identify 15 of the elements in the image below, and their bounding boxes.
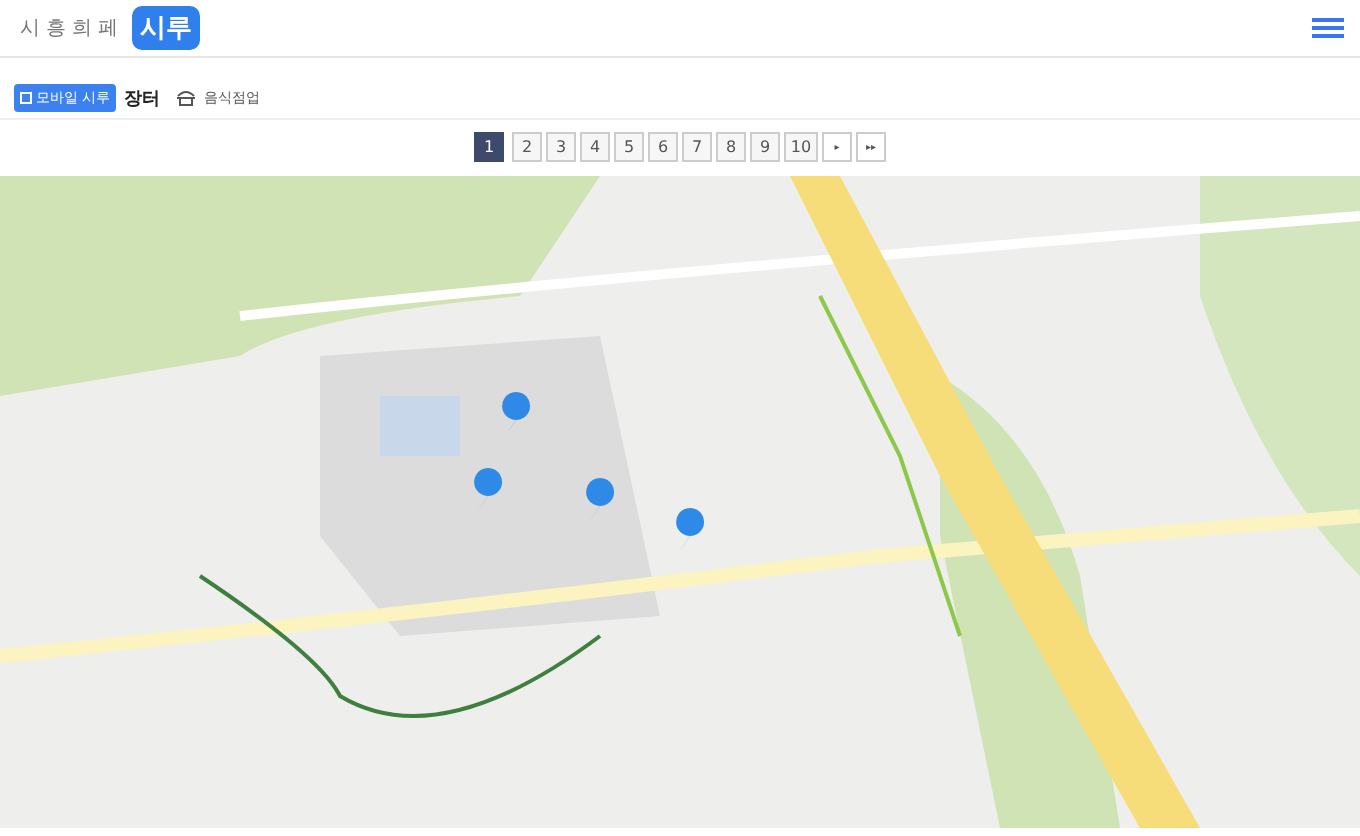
page-title: 장터 — [124, 87, 161, 111]
page-button[interactable]: 7 — [682, 132, 712, 162]
page-button[interactable]: 9 — [750, 132, 780, 162]
site-name: 시흥희페 — [20, 16, 124, 42]
page-button[interactable]: 5 — [614, 132, 644, 162]
page-button[interactable]: 4 — [580, 132, 610, 162]
page-button[interactable]: 2 — [512, 132, 542, 162]
shop-icon — [176, 90, 197, 106]
page-button[interactable]: 1 — [474, 132, 504, 162]
page-button[interactable]: 10 — [784, 132, 818, 162]
page-button[interactable]: 6 — [648, 132, 678, 162]
logo[interactable]: 시루 — [132, 6, 200, 50]
page-button[interactable]: 3 — [546, 132, 576, 162]
menu-icon[interactable] — [1312, 18, 1344, 38]
page-button[interactable]: 8 — [716, 132, 746, 162]
